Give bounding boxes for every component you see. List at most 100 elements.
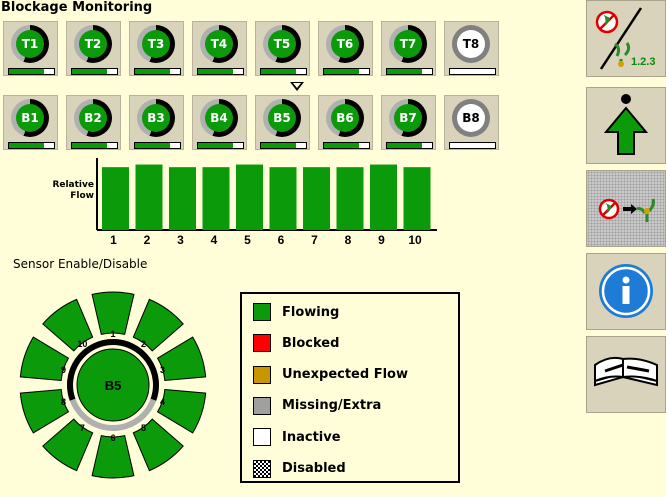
wheel-center-label: B5 xyxy=(105,378,122,393)
sensor-segment-7[interactable] xyxy=(42,418,94,472)
flow-bar xyxy=(71,68,118,75)
legend-item: Missing/Extra xyxy=(253,396,381,416)
blockage-display-button[interactable] xyxy=(586,170,666,247)
sensor-number-label: 4 xyxy=(160,397,165,407)
sensor-status-icon: T1 xyxy=(11,25,49,63)
sensor-tile-t8[interactable]: T8 xyxy=(444,21,499,76)
sensor-label: T6 xyxy=(331,30,359,58)
x-tick-label: 9 xyxy=(378,233,385,247)
sensor-status-icon: T7 xyxy=(389,25,427,63)
x-tick-label: 2 xyxy=(144,233,151,247)
info-icon xyxy=(599,264,653,318)
sensor-number-label: 2 xyxy=(141,339,146,349)
manual-button[interactable] xyxy=(586,336,666,413)
sensor-label: B7 xyxy=(394,104,422,132)
sensor-label: T7 xyxy=(394,30,422,58)
sensor-number-label: 5 xyxy=(141,423,146,433)
sensor-tile-t5[interactable]: T5 xyxy=(255,21,310,76)
sensor-number-label: 3 xyxy=(160,365,165,375)
sensor-tile-b4[interactable]: B4 xyxy=(192,95,247,150)
legend-swatch xyxy=(253,365,271,384)
legend: Flowing Blocked Unexpected Flow Missing/Ext… xyxy=(240,292,460,483)
sensor-tile-b3[interactable]: B3 xyxy=(129,95,184,150)
sensor-segment-8[interactable] xyxy=(19,388,70,434)
sensor-enable-label: Sensor Enable/Disable xyxy=(13,257,148,271)
flow-bar-9 xyxy=(370,164,397,230)
legend-label: Blocked xyxy=(282,335,340,351)
flow-bar xyxy=(134,142,181,149)
sensor-label: B3 xyxy=(142,104,170,132)
legend-item: Disabled xyxy=(253,459,346,479)
sensor-status-icon: B2 xyxy=(74,99,112,137)
sensor-number-label: 6 xyxy=(110,433,115,443)
sensor-tile-b1[interactable]: B1 xyxy=(3,95,58,150)
sensor-label: T5 xyxy=(268,30,296,58)
legend-swatch xyxy=(253,428,271,447)
sensor-status-icon: B6 xyxy=(326,99,364,137)
sensor-tile-t2[interactable]: T2 xyxy=(66,21,121,76)
flow-bar xyxy=(134,68,181,75)
flow-bar-5 xyxy=(236,164,263,230)
flow-bar xyxy=(449,68,496,75)
up-arrow-icon xyxy=(603,94,649,155)
flow-bar-3 xyxy=(169,167,196,230)
sensor-number-label: 1 xyxy=(110,329,115,339)
flow-bar xyxy=(449,142,496,149)
x-tick-label: 1 xyxy=(110,233,117,247)
flow-bar xyxy=(323,68,370,75)
sensor-status-icon: T5 xyxy=(263,25,301,63)
flow-bar xyxy=(260,142,307,149)
flow-bar xyxy=(8,142,55,149)
sensor-tile-t6[interactable]: T6 xyxy=(318,21,373,76)
relative-flow-label: Relative Flow xyxy=(52,180,94,201)
legend-swatch xyxy=(253,396,271,415)
flow-bar xyxy=(8,68,55,75)
x-tick-label: 6 xyxy=(278,233,285,247)
legend-label: Missing/Extra xyxy=(282,398,382,414)
sensor-status-icon: B1 xyxy=(11,99,49,137)
seed-rate-label: 1.2.3 xyxy=(631,56,655,68)
sensor-tile-b7[interactable]: B7 xyxy=(381,95,436,150)
sensor-label: T2 xyxy=(79,30,107,58)
sensor-label: T1 xyxy=(16,30,44,58)
flow-bar-4 xyxy=(202,167,230,230)
sensor-label: B2 xyxy=(79,104,107,132)
legend-label: Flowing xyxy=(282,304,340,320)
page-title: Blockage Monitoring xyxy=(1,0,153,15)
flow-bar xyxy=(386,68,433,75)
seed-rate-button[interactable]: 1.2.3 xyxy=(586,0,666,77)
sensor-status-icon: T2 xyxy=(74,25,112,63)
sensor-tile-t7[interactable]: T7 xyxy=(381,21,436,76)
sensor-segment-1[interactable] xyxy=(91,291,135,335)
x-tick-label: 7 xyxy=(311,233,318,247)
sensor-status-icon: B5 xyxy=(263,99,301,137)
legend-label: Disabled xyxy=(282,461,346,476)
selected-row-marker xyxy=(290,82,304,91)
legend-label: Inactive xyxy=(282,429,341,445)
sensor-status-icon: B8 xyxy=(452,99,490,137)
sensor-tile-t1[interactable]: T1 xyxy=(3,21,58,76)
sensor-label: B1 xyxy=(16,104,44,132)
x-tick-label: 3 xyxy=(177,233,184,247)
sensor-tile-t4[interactable]: T4 xyxy=(192,21,247,76)
sensor-tile-t3[interactable]: T3 xyxy=(129,21,184,76)
legend-swatch xyxy=(253,459,271,478)
flow-bar xyxy=(71,142,118,149)
sensor-wheel: B5 1 2 3 4 5 6 7 8 9 10 xyxy=(19,291,207,479)
legend-swatch xyxy=(253,303,271,321)
sensor-tile-b8[interactable]: B8 xyxy=(444,95,499,150)
flow-bar-6 xyxy=(269,167,297,230)
sensor-tile-b5[interactable]: B5 xyxy=(255,95,310,150)
sensor-number-label: 8 xyxy=(61,397,66,407)
sensor-label: B5 xyxy=(268,104,296,132)
info-button[interactable] xyxy=(586,253,666,330)
relative-flow-chart: 1 2 3 4 5 6 7 8 9 10 xyxy=(96,158,437,247)
sensor-tile-b2[interactable]: B2 xyxy=(66,95,121,150)
sensor-label: T3 xyxy=(142,30,170,58)
sensor-segment-4[interactable] xyxy=(156,388,207,434)
sensor-tile-b6[interactable]: B6 xyxy=(318,95,373,150)
sensor-label: B6 xyxy=(331,104,359,132)
sensor-label: T4 xyxy=(205,30,233,58)
legend-item: Blocked xyxy=(253,333,339,353)
navigate-up-button[interactable] xyxy=(586,87,666,164)
